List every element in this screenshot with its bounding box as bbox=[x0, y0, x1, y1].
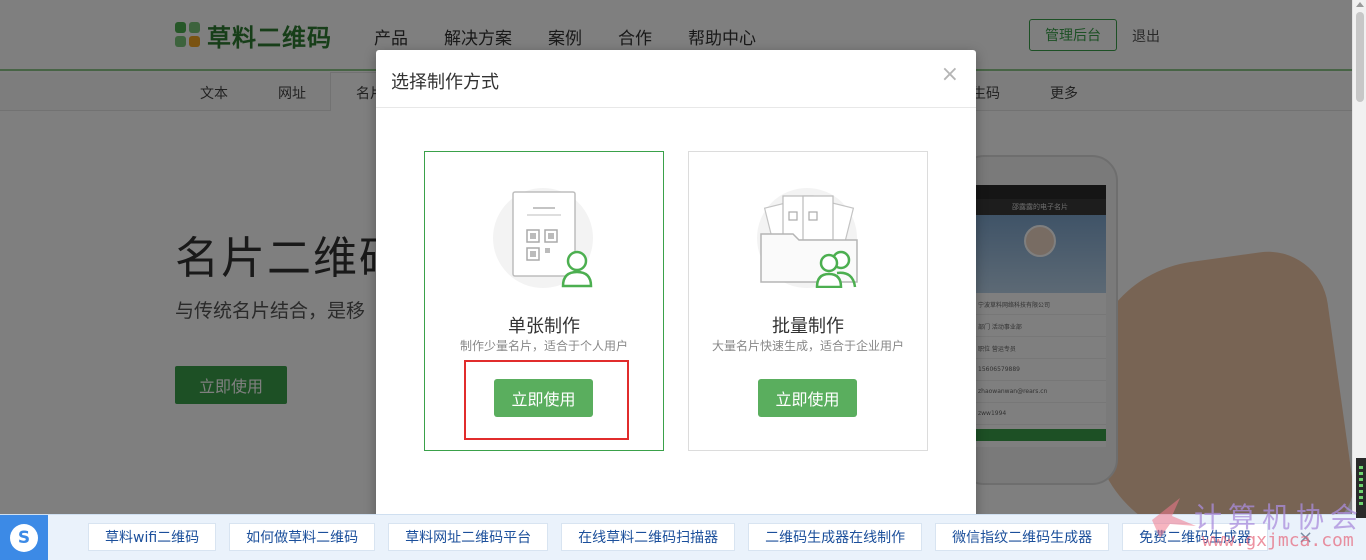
batch-create-card[interactable]: 批量制作 大量名片快速生成，适合于企业用户 立即使用 bbox=[688, 151, 928, 451]
close-bar-icon[interactable]: × bbox=[1298, 527, 1313, 548]
highlight-box bbox=[464, 360, 629, 440]
side-meter-widget bbox=[1356, 458, 1366, 518]
suggestion-chip[interactable]: 二维码生成器在线制作 bbox=[748, 523, 923, 551]
suggestion-chip[interactable]: 草料wifi二维码 bbox=[88, 523, 217, 551]
single-card-icon bbox=[493, 188, 593, 288]
single-create-desc: 制作少量名片，适合于个人用户 bbox=[459, 339, 628, 353]
sogou-logo-letter: S bbox=[10, 524, 38, 552]
suggestion-chip[interactable]: 草料网址二维码平台 bbox=[388, 523, 549, 551]
bottom-suggestion-bar: S 草料wifi二维码 如何做草料二维码 草料网址二维码平台 在线草料二维码扫描… bbox=[0, 514, 1366, 560]
batch-create-title: 批量制作 bbox=[772, 316, 844, 337]
dialog-title: 选择制作方式 bbox=[391, 72, 499, 93]
suggestion-chip[interactable]: 微信指纹二维码生成器 bbox=[935, 523, 1110, 551]
scrollbar-thumb[interactable] bbox=[1356, 12, 1364, 102]
single-create-title: 单张制作 bbox=[508, 316, 580, 337]
dialog-header: 选择制作方式 × bbox=[376, 50, 976, 108]
suggestion-chip[interactable]: 免费二维码生成器 bbox=[1122, 523, 1269, 551]
suggestion-chip[interactable]: 在线草料二维码扫描器 bbox=[561, 523, 736, 551]
close-icon[interactable]: × bbox=[941, 64, 959, 86]
batch-create-desc: 大量名片快速生成，适合于企业用户 bbox=[711, 339, 904, 353]
batch-card-icon bbox=[757, 188, 858, 288]
batch-create-use-button[interactable]: 立即使用 bbox=[758, 379, 857, 417]
choose-method-dialog: 选择制作方式 × 单张制作 制作少量名片，适合于个人用户 立即使用 批量制作 大… bbox=[376, 50, 976, 520]
suggestion-chips: 草料wifi二维码 如何做草料二维码 草料网址二维码平台 在线草料二维码扫描器 … bbox=[88, 523, 1269, 551]
scroll-up-icon[interactable] bbox=[1356, 2, 1364, 7]
sogou-logo-icon[interactable]: S bbox=[0, 515, 48, 560]
suggestion-chip[interactable]: 如何做草料二维码 bbox=[229, 523, 376, 551]
